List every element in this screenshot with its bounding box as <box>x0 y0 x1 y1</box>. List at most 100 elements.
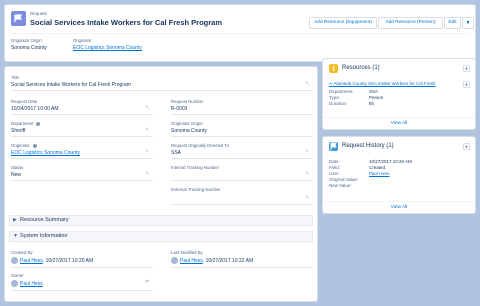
originator-link[interactable]: EOC Logistics Sonoma County <box>11 150 80 156</box>
edit-pencil-icon[interactable]: ✎ <box>305 82 310 87</box>
add-resource-equipment-button[interactable]: Add Resource (Equipment) <box>309 17 377 29</box>
owner-label: Owner <box>11 273 24 278</box>
field-divider <box>11 180 153 181</box>
history-card-dropdown[interactable]: ▼ <box>463 143 470 150</box>
edit-pencil-icon[interactable]: ✎ <box>305 150 310 155</box>
history-view-all-link[interactable]: View All <box>323 201 475 213</box>
edit-pencil-icon[interactable]: ✎ <box>145 172 150 177</box>
field-divider <box>11 290 153 291</box>
edit-button[interactable]: Edit <box>444 17 461 29</box>
title-label: Title <box>11 75 19 80</box>
status-label: Status <box>11 165 24 170</box>
history-row-value: Created. <box>369 165 387 170</box>
chevron-down-icon: ▼ <box>464 82 469 87</box>
external-tracking-label: External Tracking Number <box>171 187 221 192</box>
edit-pencil-icon[interactable]: ✎ <box>305 196 310 201</box>
resources-view-all-link[interactable]: View All <box>323 117 475 129</box>
edit-pencil-icon[interactable]: ✎ <box>145 150 150 155</box>
owner-user-link[interactable]: Paul Hess <box>20 281 43 287</box>
section-resource-summary[interactable]: ▶ Resource Summary <box>9 215 313 226</box>
history-row-value: 10/27/2017 10:20 AM <box>369 159 412 164</box>
resource-row-value: 8h <box>369 101 375 106</box>
record-header: Request Social Services Intake Workers f… <box>4 4 476 62</box>
chevron-down-icon: ▼ <box>13 233 18 239</box>
resources-icon <box>329 64 338 73</box>
chevron-right-icon: ▶ <box>13 217 17 223</box>
field-divider <box>171 114 313 115</box>
field-divider <box>11 114 153 115</box>
originator-label: Originator <box>11 143 37 148</box>
chevron-down-icon: ▼ <box>465 20 471 26</box>
field-divider <box>171 158 313 159</box>
resource-row-label: Department: <box>329 89 354 94</box>
resource-row-value: SSA <box>369 89 379 94</box>
section-title: System Information <box>20 233 68 239</box>
resource-item-dropdown[interactable]: ▼ <box>463 81 470 88</box>
created-by-date: , 10/27/2017 10:20 AM <box>42 257 94 264</box>
edit-pencil-icon[interactable]: ✎ <box>305 172 310 177</box>
history-card-title[interactable]: Request History (1) <box>342 143 394 149</box>
info-icon[interactable] <box>36 121 41 126</box>
edit-pencil-icon[interactable]: ✎ <box>145 106 150 111</box>
created-by-user-link[interactable]: Paul Hess <box>20 258 43 264</box>
more-actions-dropdown[interactable]: ▼ <box>462 17 474 29</box>
modified-by-date: , 10/27/2017 10:22 AM <box>202 257 254 264</box>
field-divider <box>11 158 153 159</box>
directed-to-value: SSA <box>171 150 182 156</box>
highlight-link-originator[interactable]: EOC Logistics Sonoma County <box>73 45 142 51</box>
highlight-value-originator-origin: Sonoma County <box>11 45 47 51</box>
originator-origin-value: Sonoma County <box>171 128 207 134</box>
edit-pencil-icon[interactable]: ✎ <box>145 128 150 133</box>
modified-by-user-link[interactable]: Paul Hess <box>180 258 203 264</box>
resource-item-link[interactable]: A-Alameda County SSA Intake Workers for … <box>329 81 435 86</box>
header-divider <box>11 33 469 34</box>
field-divider <box>11 136 153 137</box>
created-by-label: Created By <box>11 250 33 255</box>
resource-row-label: Duration: <box>329 101 348 106</box>
section-system-information[interactable]: ▼ System Information <box>9 231 313 242</box>
avatar <box>11 280 18 287</box>
request-number-value: R-0003 <box>171 106 188 112</box>
avatar <box>171 257 178 264</box>
request-number-label: Request Number <box>171 99 204 104</box>
history-row-label: New Value: <box>329 183 352 188</box>
record-type-label: Request <box>30 11 47 16</box>
field-divider <box>11 267 153 268</box>
highlight-label-originator-origin: Originator Origin <box>11 38 42 43</box>
detail-panel: Title Social Services Intake Workers for… <box>4 66 318 302</box>
field-divider <box>171 267 313 268</box>
department-label: Department <box>11 121 41 126</box>
owner-value: Paul Hess <box>11 280 43 287</box>
history-row-label: Field: <box>329 165 341 170</box>
title-value: Social Services Intake Workers for Cal F… <box>11 82 131 88</box>
field-divider <box>171 136 313 137</box>
originator-origin-label: Originator Origin <box>171 121 203 126</box>
page-title: Social Services Intake Workers for Cal F… <box>30 18 223 27</box>
resource-row-label: Type: <box>329 95 341 100</box>
chevron-down-icon: ▼ <box>464 144 469 149</box>
field-divider <box>171 204 313 205</box>
avatar <box>11 257 18 264</box>
resources-card-dropdown[interactable]: ▼ <box>463 65 470 72</box>
resources-card: Resources (1) ▼ A-Alameda County SSA Int… <box>322 58 476 130</box>
history-row-label: User: <box>329 171 340 176</box>
request-date-label: Request Date <box>11 99 38 104</box>
field-divider <box>171 180 313 181</box>
section-title: Resource Summary <box>20 217 69 223</box>
history-user-link[interactable]: Paul Hess <box>369 171 390 176</box>
department-value: Sheriff <box>11 128 26 134</box>
chevron-down-icon: ▼ <box>464 66 469 71</box>
change-owner-icon[interactable]: ⇄ <box>145 280 150 285</box>
field-divider <box>11 90 313 91</box>
history-row-label: Original Value: <box>329 177 359 182</box>
resources-card-title[interactable]: Resources (1) <box>342 65 380 71</box>
resource-row-value: Person <box>369 95 384 100</box>
internal-tracking-label: Internal Tracking Number <box>171 165 220 170</box>
request-history-card: Request History (1) ▼ Date: 10/27/2017 1… <box>322 136 476 214</box>
highlight-label-originator: Originator <box>73 38 92 43</box>
add-resource-person-button[interactable]: Add Resource (Person) <box>378 17 443 29</box>
request-record-icon <box>11 11 26 26</box>
created-by-value: Paul Hess, 10/27/2017 10:20 AM <box>11 257 93 264</box>
last-modified-by-value: Paul Hess, 10/27/2017 10:22 AM <box>171 257 253 264</box>
info-icon[interactable] <box>32 143 37 148</box>
